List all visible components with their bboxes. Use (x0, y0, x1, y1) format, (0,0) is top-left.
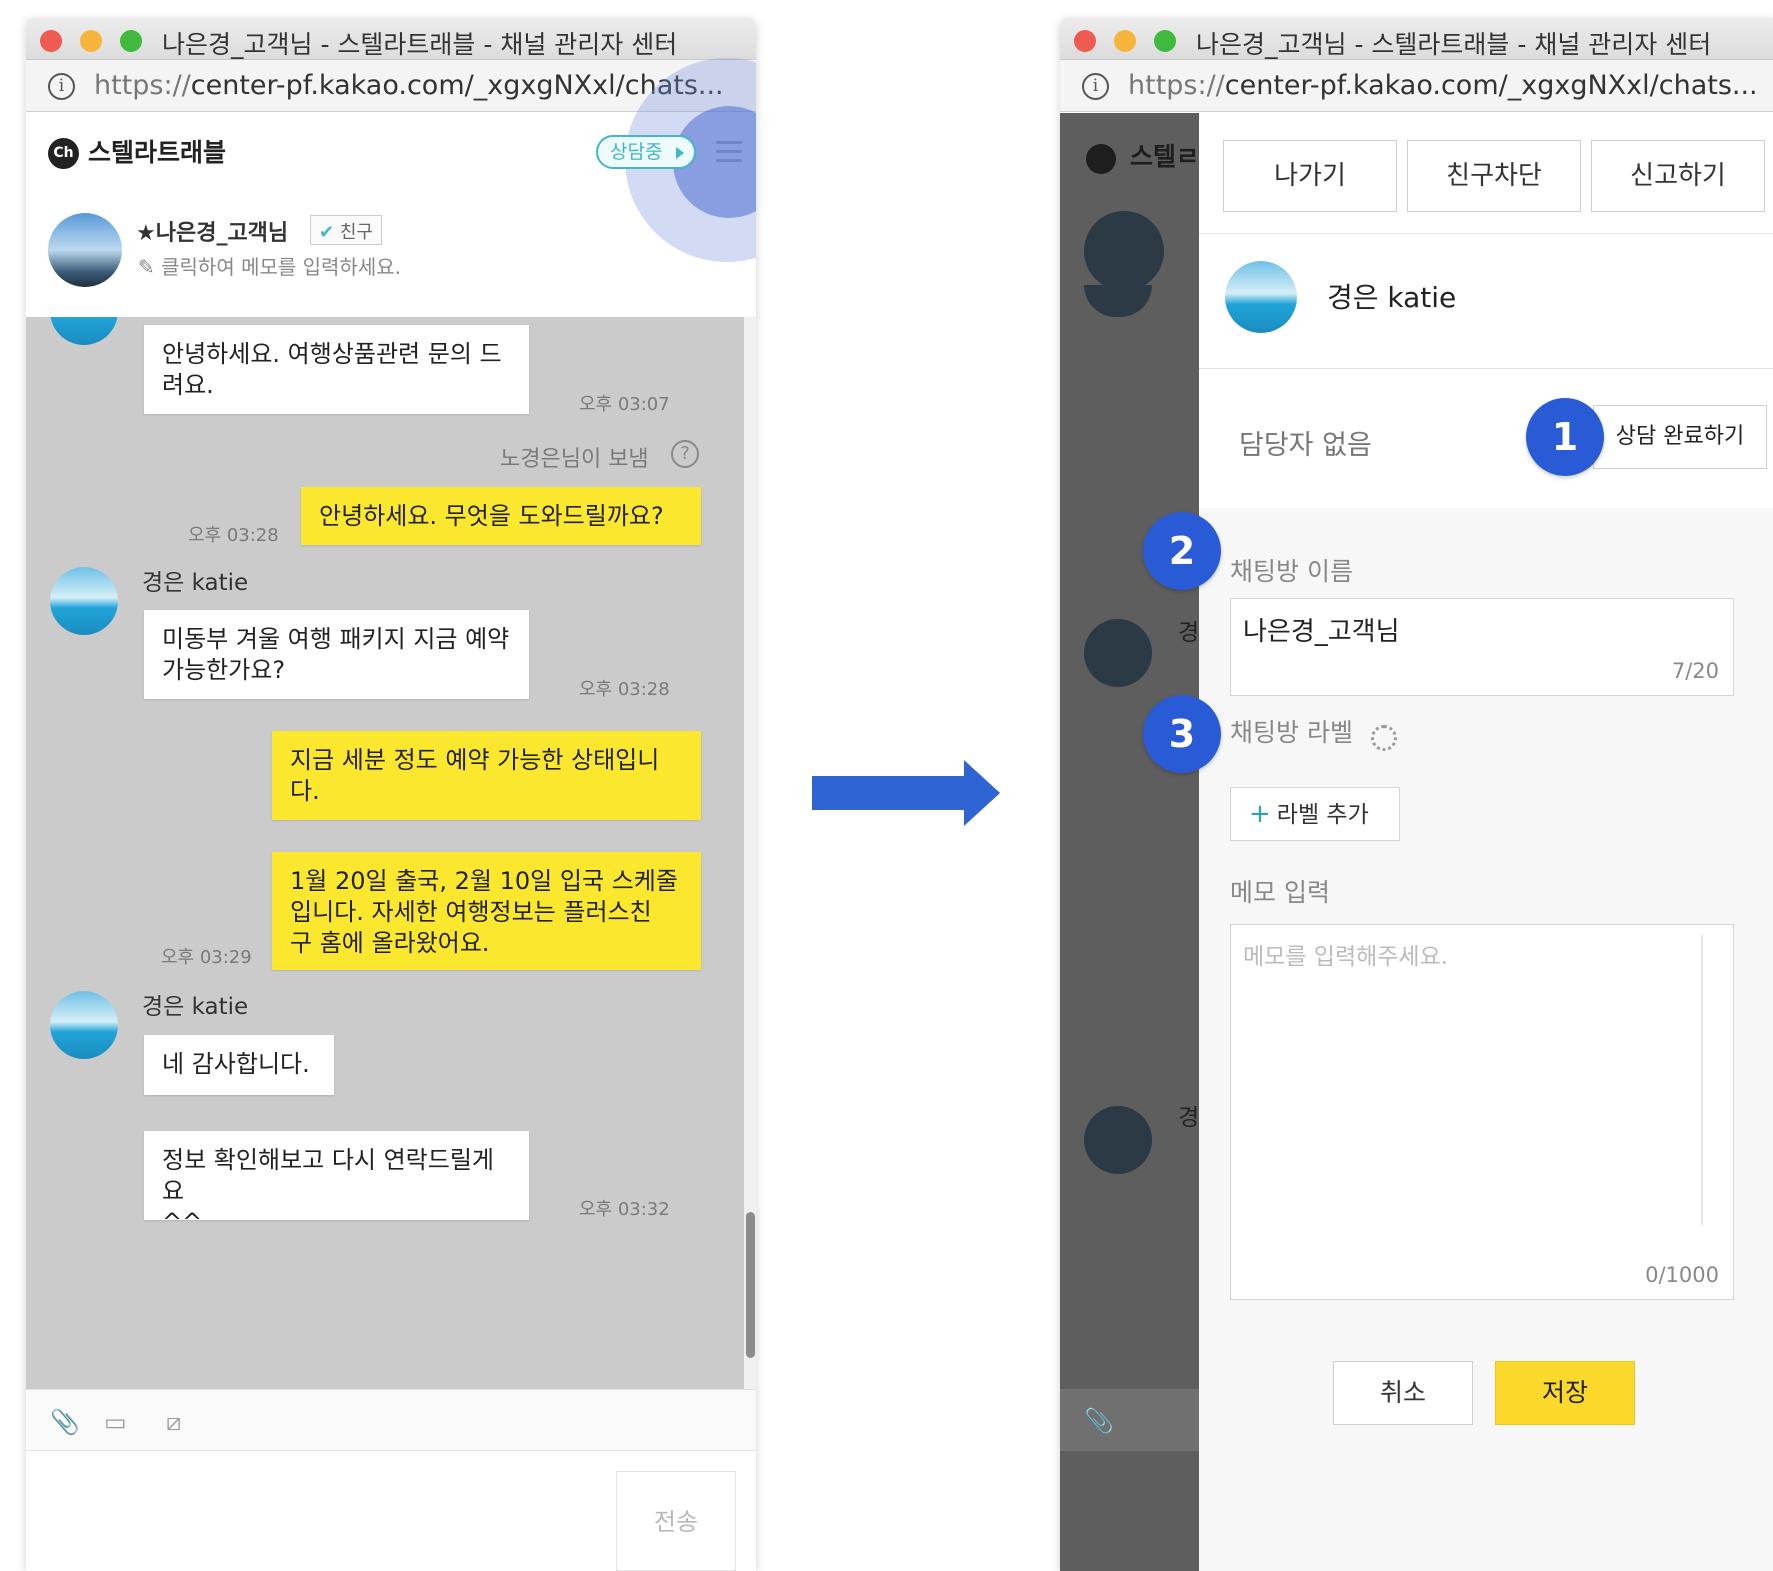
message-bubble: 안녕하세요. 여행상품관련 문의 드 려요. (144, 325, 529, 414)
avatar (50, 991, 118, 1059)
message-bubble: 네 감사합니다. (144, 1035, 334, 1095)
memo-label: 메모 입력 (1230, 878, 1330, 907)
avatar (1084, 211, 1164, 291)
memo-textarea[interactable]: 메모를 입력해주세요. 0/1000 (1230, 924, 1734, 1300)
arrow-icon (812, 776, 966, 810)
window-title: 나은경_고객님 - 스텔라트래블 - 채널 관리자 센터 (162, 30, 678, 59)
attach-icon[interactable]: 📎 (50, 1408, 80, 1436)
info-icon[interactable]: i (1082, 73, 1109, 100)
avatar (50, 317, 118, 345)
attach-icon: 📎 (1084, 1407, 1114, 1435)
template-icon[interactable]: ▭ (104, 1408, 127, 1436)
dimmed-composer (1060, 1389, 1199, 1451)
menu-button[interactable] (714, 137, 744, 167)
dimmed-chat-background[interactable]: 스텔ㄹ 경 경 📎 (1060, 113, 1199, 1571)
report-button[interactable]: 신고하기 (1591, 140, 1765, 212)
chat-header: Ch 스텔라트래블 상담중 ★나은경_고객님 ✔ 친구 ✎ 클릭하여 메모를 입… (26, 58, 756, 317)
scrollbar[interactable] (744, 317, 756, 1389)
minimize-window-button[interactable] (80, 30, 102, 52)
url-text[interactable]: https://center-pf.kakao.com/_xgxgNXxl/ch… (94, 70, 724, 101)
step-badge-3: 3 (1143, 695, 1221, 773)
message-time: 오후 03:29 (161, 947, 252, 968)
dimmed-channel-name: 스텔ㄹ (1130, 142, 1200, 171)
chat-window: 나은경_고객님 - 스텔라트래블 - 채널 관리자 센터 i https://c… (26, 18, 756, 1571)
title-bar: 나은경_고객님 - 스텔라트래블 - 채널 관리자 센터 (1060, 18, 1773, 60)
chat-label-label: 채팅방 라벨 (1230, 718, 1353, 747)
dimmed-sender-initial: 경 (1178, 620, 1200, 646)
check-icon: ✔ (319, 222, 335, 243)
divider (1199, 233, 1773, 234)
memo-hint[interactable]: ✎ 클릭하여 메모를 입력하세요. (138, 251, 401, 280)
close-window-button[interactable] (1074, 30, 1096, 52)
customer-name: ★나은경_고객님 (136, 221, 289, 246)
avatar (1084, 1106, 1152, 1174)
avatar (1084, 619, 1152, 687)
message-time: 오후 03:07 (579, 394, 670, 415)
play-icon (676, 147, 684, 159)
window-title: 나은경_고객님 - 스텔라트래블 - 채널 관리자 센터 (1196, 30, 1712, 59)
memo-scrollbar[interactable] (1701, 935, 1703, 1225)
leave-button[interactable]: 나가기 (1223, 140, 1397, 212)
title-bar: 나은경_고객님 - 스텔라트래블 - 채널 관리자 센터 (26, 18, 756, 60)
message-list[interactable]: 안녕하세요. 여행상품관련 문의 드 려요. 오후 03:07 노경은님이 보냄… (26, 317, 744, 1389)
message-bubble: 1월 20일 출국, 2월 10일 입국 스케줄 입니다. 자세한 여행정보는 … (272, 852, 701, 970)
memo-placeholder: 메모를 입력해주세요. (1243, 944, 1449, 970)
friend-badge: ✔ 친구 (310, 215, 382, 245)
avatar (50, 567, 118, 635)
info-icon[interactable]: i (48, 73, 75, 100)
sender-name: 경은 katie (142, 994, 249, 1020)
status-badge[interactable]: 상담중 (596, 135, 696, 169)
help-icon[interactable]: ? (671, 440, 699, 468)
message-time: 오후 03:28 (188, 525, 279, 546)
url-bar[interactable]: i https://center-pf.kakao.com/_xgxgNXxl/… (1060, 60, 1773, 112)
minimize-window-button[interactable] (1114, 30, 1136, 52)
channel-logo: Ch (48, 138, 79, 169)
url-text[interactable]: https://center-pf.kakao.com/_xgxgNXxl/ch… (1128, 70, 1758, 101)
dimmed-sender-initial: 경 (1178, 1105, 1200, 1131)
maximize-window-button[interactable] (1154, 30, 1176, 52)
chat-name-label: 채팅방 이름 (1230, 557, 1353, 586)
divider (1199, 368, 1773, 369)
plus-icon: + (1249, 799, 1271, 829)
chat-settings-panel: 나가기 친구차단 신고하기 경은 katie 담당자 없음 상담 완료하기 채팅… (1199, 113, 1773, 1571)
arrow-head (964, 760, 1000, 826)
step-badge-2: 2 (1143, 512, 1221, 590)
avatar (1084, 285, 1152, 317)
block-friend-button[interactable]: 친구차단 (1407, 140, 1581, 212)
coupon-icon[interactable]: ⧄ (166, 1408, 181, 1436)
message-bubble: 미동부 겨울 여행 패키지 지금 예약 가능한가요? (144, 610, 529, 699)
profile-name: 경은 katie (1327, 281, 1457, 314)
chat-name-input[interactable]: 나은경_고객님 7/20 (1230, 598, 1734, 696)
char-counter: 0/1000 (1645, 1263, 1719, 1287)
save-button[interactable]: 저장 (1495, 1361, 1635, 1425)
chat-settings-window: 나은경_고객님 - 스텔라트래블 - 채널 관리자 센터 i https://c… (1060, 18, 1773, 1571)
message-bubble: 정보 확인해보고 다시 연락드릴게요 ^^ (144, 1131, 529, 1236)
message-time: 오후 03:32 (579, 1199, 670, 1220)
cancel-button[interactable]: 취소 (1333, 1361, 1473, 1425)
close-window-button[interactable] (40, 30, 62, 52)
sent-by-label: 노경은님이 보냄 (500, 447, 649, 472)
char-counter: 7/20 (1671, 659, 1719, 683)
maximize-window-button[interactable] (120, 30, 142, 52)
add-label-button[interactable]: + 라벨 추가 (1230, 787, 1400, 841)
customer-avatar[interactable] (48, 213, 122, 287)
chat-name-value[interactable]: 나은경_고객님 (1243, 611, 1400, 648)
message-bubble: 지금 세분 정도 예약 가능한 상태입니 다. (272, 731, 701, 820)
message-time: 오후 03:28 (579, 679, 670, 700)
gear-icon[interactable] (1371, 725, 1397, 751)
message-bubble: 안녕하세요. 무엇을 도와드릴까요? (301, 487, 701, 545)
avatar (1225, 261, 1297, 333)
composer-toolbar: 📎 ▭ ⧄ (26, 1389, 756, 1451)
sender-name: 경은 katie (142, 570, 249, 596)
scrollbar-thumb[interactable] (746, 1212, 755, 1358)
channel-name: 스텔라트래블 (88, 138, 227, 167)
step-badge-1: 1 (1526, 398, 1604, 476)
channel-logo (1086, 144, 1116, 174)
agent-status: 담당자 없음 (1239, 430, 1372, 461)
send-button[interactable]: 전송 (616, 1471, 736, 1571)
complete-consultation-button[interactable]: 상담 완료하기 (1593, 405, 1767, 469)
